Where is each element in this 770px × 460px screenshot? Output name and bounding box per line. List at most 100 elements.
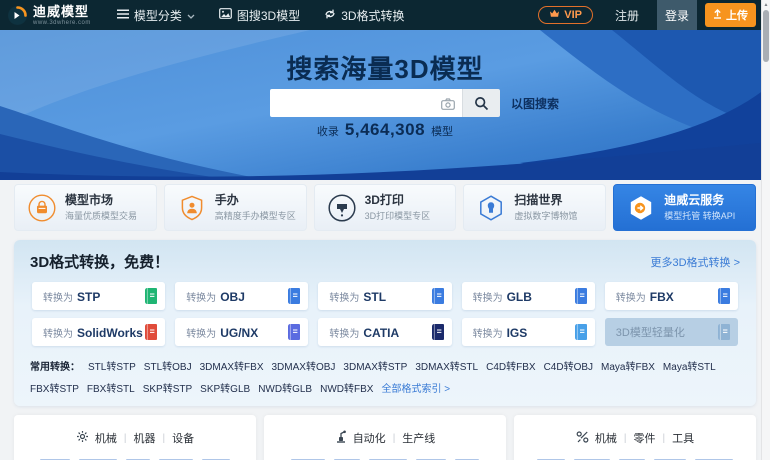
convert-button-ug-nx[interactable]: 转换为 UG/NX — [175, 318, 309, 346]
all-formats-index-link[interactable]: 全部格式索引 > — [381, 380, 450, 395]
panel-header: 3D格式转换，免费！ 更多3D格式转换 > — [14, 240, 756, 280]
conversion-button-grid: 转换为 STP 转换为 OBJ 转换为 STL 转换为 GLB 转换为 FBX 转换为 SolidWo… — [14, 280, 756, 346]
upload-label: 上传 — [726, 10, 748, 22]
common-conversion-link[interactable]: 3DMAX转FBX — [200, 358, 264, 373]
search-input[interactable] — [270, 89, 462, 117]
convert-button-text: 转换为 IGS — [473, 325, 528, 340]
scroll-up-arrow[interactable]: ▲ — [762, 0, 770, 9]
convert-prefix: 转换为 — [472, 292, 503, 304]
feature-card-subtitle: 虚拟数字博物馆 — [514, 210, 578, 221]
common-conversion-link[interactable]: C4D转OBJ — [544, 358, 593, 373]
common-conversion-link[interactable]: SKP转STP — [143, 380, 192, 395]
convert-button-text: 转换为 FBX — [616, 289, 674, 304]
site-logo[interactable]: 迪威模型 www.3dwhere.com — [8, 5, 91, 26]
feature-card-text: 3D打印 3D打印模型专区 — [364, 193, 431, 221]
common-conversion-link[interactable]: NWD转GLB — [258, 380, 312, 395]
lightweight-button[interactable]: 3D模型轻量化 — [604, 318, 738, 346]
search-bar: 以图搜索 — [270, 89, 559, 117]
convert-prefix: 转换为 — [186, 328, 217, 340]
format-label: CATIA — [363, 325, 400, 340]
common-conversion-link[interactable]: SKP转GLB — [200, 380, 250, 395]
search-by-image-link[interactable]: 以图搜索 — [511, 95, 559, 112]
category-label: 机械 — [94, 433, 117, 445]
convert-prefix: 转换为 — [329, 292, 360, 304]
common-conversion-link[interactable]: STL转STP — [88, 358, 136, 373]
category-label: 生产线 — [402, 433, 436, 445]
vertical-scrollbar[interactable]: ▲ — [761, 0, 770, 460]
convert-button-fbx[interactable]: 转换为 FBX — [604, 282, 738, 310]
scrollbar-thumb[interactable] — [763, 10, 769, 62]
nav-item-1[interactable]: 模型分类 — [116, 7, 195, 24]
common-conversion-link[interactable]: 3DMAX转OBJ — [272, 358, 336, 373]
convert-button-igs[interactable]: 转换为 IGS — [461, 318, 595, 346]
feature-card-5[interactable]: 迪威云服务模型托管 转换API — [613, 184, 756, 231]
search-button[interactable] — [462, 89, 500, 117]
convert-button-obj[interactable]: 转换为 OBJ — [175, 282, 309, 310]
convert-button-stl[interactable]: 转换为 STL — [318, 282, 452, 310]
figure-shield-icon — [178, 194, 206, 222]
separator: | — [162, 432, 166, 444]
feature-card-title: 扫描世界 — [514, 192, 563, 207]
feature-card-2[interactable]: 手办 高精度手办模型专区 — [163, 184, 307, 231]
nav-menu: 模型分类 图搜3D模型 3D格式转换 — [116, 7, 405, 24]
feature-card-1[interactable]: 模型市场 海量优质模型交易 — [14, 184, 157, 231]
format-label: STL — [363, 289, 387, 304]
file-icon — [287, 288, 301, 304]
common-conversion-link[interactable]: Maya转FBX — [601, 358, 655, 373]
category-card-3[interactable]: 机械 | 零件 | 工具 — [514, 415, 756, 460]
feature-card-title: 迪威云服务 — [664, 192, 725, 207]
common-conversion-link[interactable]: Maya转STL — [663, 358, 716, 373]
format-label: STP — [77, 289, 101, 304]
login-button[interactable]: 登录 — [657, 0, 697, 30]
search-box — [270, 89, 462, 117]
vip-button[interactable]: VIP — [538, 6, 593, 24]
file-icon — [574, 324, 587, 340]
category-label: 设备 — [172, 433, 195, 445]
feature-card-3[interactable]: 3D打印 3D打印模型专区 — [313, 184, 457, 231]
convert-button-text: 转换为 SolidWorks — [43, 325, 143, 340]
category-label: 工具 — [672, 433, 695, 445]
nav-item-3[interactable]: 3D格式转换 — [324, 7, 405, 24]
feature-card-subtitle: 3D打印模型专区 — [364, 210, 431, 221]
format-label: IGS — [506, 325, 528, 340]
category-card-1[interactable]: 机械 | 机器 | 设备 — [14, 415, 256, 460]
convert-button-catia[interactable]: 转换为 CATIA — [318, 318, 452, 346]
common-conversion-link[interactable]: FBX转STL — [87, 380, 135, 395]
register-link[interactable]: 注册 — [615, 7, 639, 24]
convert-button-text: 3D模型轻量化 — [616, 324, 685, 340]
logo-title: 迪威模型 — [33, 3, 90, 19]
convert-button-solidworks[interactable]: 转换为 SolidWorks — [32, 318, 166, 346]
camera-icon[interactable] — [441, 97, 455, 115]
nav-item-2[interactable]: 图搜3D模型 — [218, 7, 301, 24]
common-conversion-link[interactable]: STL转OBJ — [144, 358, 192, 373]
hamburger-icon — [116, 8, 129, 22]
convert-icon — [324, 8, 336, 23]
convert-button-text: 转换为 GLB — [473, 289, 532, 304]
feature-card-subtitle: 高精度手办模型专区 — [214, 210, 296, 221]
top-navbar: 迪威模型 www.3dwhere.com 模型分类 图搜3D模型 3D格式转换 VI… — [0, 0, 770, 30]
more-formats-link[interactable]: 更多3D格式转换 > — [650, 254, 740, 270]
hero-title: 搜索海量3D模型 — [286, 54, 484, 84]
convert-button-stp[interactable]: 转换为 STP — [32, 282, 166, 310]
common-conversion-link[interactable]: 3DMAX转STL — [415, 358, 478, 373]
separator: | — [662, 432, 666, 444]
convert-button-glb[interactable]: 转换为 GLB — [461, 282, 595, 310]
feature-card-subtitle: 模型托管 转换API — [664, 210, 736, 221]
convert-button-text: 转换为 STP — [43, 289, 100, 304]
common-conversion-link[interactable]: C4D转FBX — [486, 358, 535, 373]
chevron-down-icon — [187, 8, 195, 22]
common-conversion-link[interactable]: FBX转STP — [30, 380, 79, 395]
nav-right: VIP 注册 登录 上传 — [538, 0, 770, 30]
upload-button[interactable]: 上传 — [705, 3, 756, 27]
file-icon — [431, 324, 444, 340]
feature-card-4[interactable]: 扫描世界虚拟数字博物馆 — [463, 184, 607, 231]
count-number: 5,464,308 — [344, 120, 426, 139]
category-label: 自动化 — [352, 433, 386, 445]
category-label: 机器 — [133, 433, 156, 445]
format-label: GLB — [506, 289, 532, 304]
category-card-2[interactable]: 自动化 | 生产线 — [264, 415, 506, 460]
upload-icon — [713, 8, 722, 22]
common-conversion-link[interactable]: NWD转FBX — [320, 380, 373, 395]
nav-item-label: 图搜3D模型 — [236, 8, 301, 23]
common-conversion-link[interactable]: 3DMAX转STP — [343, 358, 407, 373]
